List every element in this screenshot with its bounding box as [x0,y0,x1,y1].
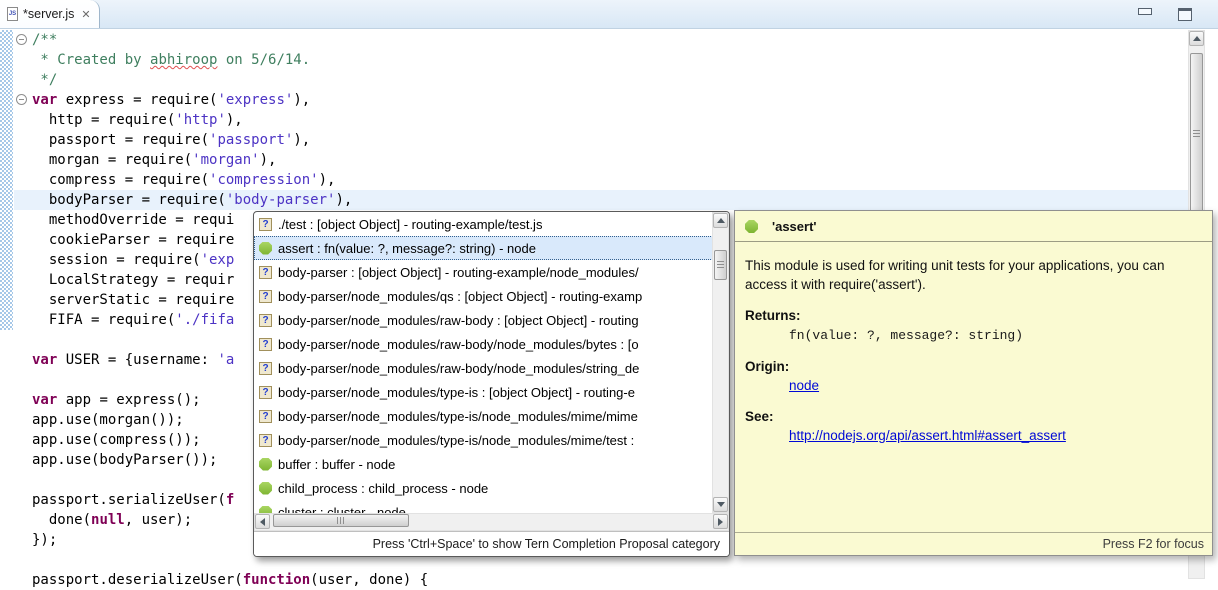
doc-see-label: See: [745,407,1200,426]
unknown-type-icon: ? [259,410,272,423]
doc-body: This module is used for writing unit tes… [735,242,1212,445]
popup-scroll-down-button[interactable] [713,497,728,512]
completion-item-label: assert : fn(value: ?, message?: string) … [278,241,536,256]
doc-title: 'assert' [772,219,817,234]
code-line: /** [14,30,1188,50]
doc-header: 'assert' [735,211,1212,242]
code-line: passport = require('passport'), [14,130,1188,150]
tab-bar: JS *server.js ✕ [0,0,1218,29]
range-indicator-strip [0,30,13,330]
completion-item-label: ./test : [object Object] - routing-examp… [278,217,542,232]
code-line: * Created by abhiroop on 5/6/14. [14,50,1188,70]
completion-item[interactable]: ? body-parser/node_modules/raw-body/node_… [254,356,729,380]
js-file-icon: JS [7,7,18,21]
doc-origin-label: Origin: [745,357,1200,376]
completion-item[interactable]: ? ./test : [object Object] - routing-exam… [254,212,729,236]
code-line: var express = require('express'), [14,90,1188,110]
completion-item-label: child_process : child_process - node [278,481,488,496]
completion-list: ? ./test : [object Object] - routing-exam… [254,212,729,513]
completion-item-label: body-parser/node_modules/raw-body : [obj… [278,313,639,328]
module-icon [745,220,758,233]
tab-close-icon[interactable]: ✕ [81,8,90,21]
module-icon [259,482,272,495]
code-line: morgan = require('morgan'), [14,150,1188,170]
completion-item[interactable]: ? body-parser/node_modules/type-is/node_m… [254,404,729,428]
popup-scrollbar-thumb[interactable] [714,250,727,280]
tab-title: *server.js [23,7,74,21]
editor-scrollbar-thumb[interactable] [1190,53,1203,214]
doc-see-link[interactable]: http://nodejs.org/api/assert.html#assert… [789,428,1066,443]
completion-item-label: body-parser/node_modules/raw-body/node_m… [278,361,639,376]
code-line: http = require('http'), [14,110,1188,130]
popup-scroll-right-button[interactable] [713,514,728,529]
completion-item-label: buffer : buffer - node [278,457,395,472]
module-icon [259,242,272,255]
unknown-type-icon: ? [259,314,272,327]
completion-popup: ? ./test : [object Object] - routing-exam… [253,211,730,557]
doc-returns-value: fn(value: ?, message?: string) [789,326,1200,345]
minimize-view-icon[interactable] [1138,8,1152,15]
doc-description: This module is used for writing unit tes… [745,256,1197,294]
completion-item[interactable]: cluster : cluster - node [254,500,729,513]
unknown-type-icon: ? [259,434,272,447]
completion-item[interactable]: ? body-parser/node_modules/type-is/node_m… [254,428,729,452]
unknown-type-icon: ? [259,290,272,303]
code-line: passport.deserializeUser(function(user, … [14,570,1188,590]
popup-hscrollbar-thumb[interactable] [273,514,409,527]
popup-vertical-scrollbar[interactable] [712,212,729,513]
completion-item[interactable]: buffer : buffer - node [254,452,729,476]
code-line: compress = require('compression'), [14,170,1188,190]
doc-returns-label: Returns: [745,306,1200,325]
popup-scroll-left-button[interactable] [255,514,270,529]
module-icon [259,458,272,471]
completion-item[interactable]: ? body-parser/node_modules/qs : [object O… [254,284,729,308]
popup-scroll-up-button[interactable] [713,213,728,228]
doc-origin-link[interactable]: node [789,378,819,393]
module-icon [259,506,272,514]
completion-item[interactable]: ? body-parser/node_modules/raw-body : [ob… [254,308,729,332]
unknown-type-icon: ? [259,362,272,375]
code-line: */ [14,70,1188,90]
arrow-left-icon [260,518,265,526]
completion-item[interactable]: ? body-parser/node_modules/type-is : [obj… [254,380,729,404]
unknown-type-icon: ? [259,338,272,351]
completion-item-label: body-parser/node_modules/type-is : [obje… [278,385,635,400]
popup-status-hint: Press 'Ctrl+Space' to show Tern Completi… [254,531,729,556]
arrow-up-icon [1193,36,1201,41]
completion-item[interactable]: ? body-parser/node_modules/raw-body/node_… [254,332,729,356]
completion-item-label: body-parser : [object Object] - routing-… [278,265,639,280]
arrow-right-icon [718,518,723,526]
popup-horizontal-scrollbar[interactable] [254,513,729,531]
completion-item[interactable]: ? body-parser : [object Object] - routing… [254,260,729,284]
completion-item-label: body-parser/node_modules/type-is/node_mo… [278,433,634,448]
scroll-up-button[interactable] [1189,31,1204,46]
completion-item-label: body-parser/node_modules/type-is/node_mo… [278,409,638,424]
maximize-view-icon[interactable] [1178,8,1192,21]
tab-server-js[interactable]: JS *server.js ✕ [0,0,100,28]
completion-item-label: cluster : cluster - node [278,505,406,514]
doc-hover-panel: 'assert' This module is used for writing… [734,210,1213,556]
completion-item-selected[interactable]: assert : fn(value: ?, message?: string) … [254,236,729,260]
unknown-type-icon: ? [259,266,272,279]
arrow-up-icon [717,218,725,223]
completion-item-label: body-parser/node_modules/raw-body/node_m… [278,337,639,352]
arrow-down-icon [717,502,725,507]
completion-item[interactable]: child_process : child_process - node [254,476,729,500]
code-line: bodyParser = require('body-parser'), [14,190,1188,210]
completion-item-label: body-parser/node_modules/qs : [object Ob… [278,289,642,304]
unknown-type-icon: ? [259,386,272,399]
doc-footer-hint: Press F2 for focus [735,532,1212,555]
unknown-type-icon: ? [259,218,272,231]
